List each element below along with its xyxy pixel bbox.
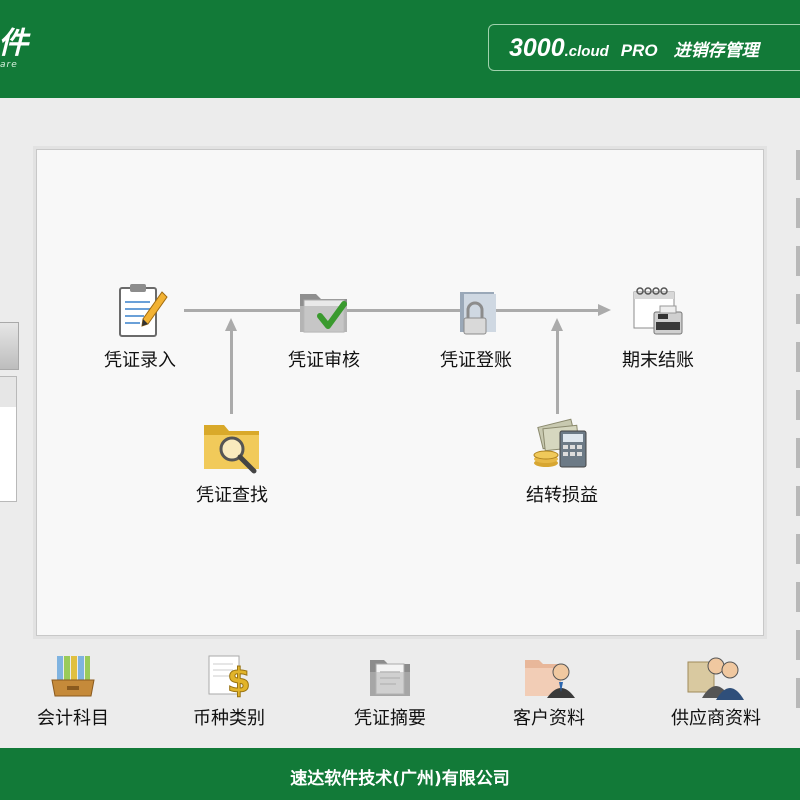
accounts-button[interactable]: 会计科目 xyxy=(3,652,143,730)
voucher-posting-button[interactable]: 凭证登账 xyxy=(416,282,536,372)
right-edge-tab[interactable] xyxy=(796,294,800,324)
left-panel-selected-row[interactable] xyxy=(0,377,16,407)
company-name: 速达软件技术(广州)有限公司 xyxy=(290,769,510,789)
folder-search-icon xyxy=(204,425,259,474)
svg-text:$: $ xyxy=(227,661,251,700)
accounts-label: 会计科目 xyxy=(37,708,109,729)
customer-folder-icon xyxy=(525,660,575,698)
currency-label: 币种类别 xyxy=(193,708,265,729)
clipboard-pencil-icon xyxy=(119,284,168,337)
voucher-posting-label: 凭证登账 xyxy=(440,350,512,371)
right-edge-tab[interactable] xyxy=(796,678,800,708)
voucher-entry-label: 凭证录入 xyxy=(104,350,176,371)
flow-connector-main xyxy=(184,309,600,312)
profit-transfer-label: 结转损益 xyxy=(526,485,598,506)
product-name: 3000 xyxy=(509,34,565,62)
right-edge-tab[interactable] xyxy=(796,342,800,372)
flow-connector-search xyxy=(230,330,233,414)
voucher-search-label: 凭证查找 xyxy=(196,485,268,506)
folder-document-icon xyxy=(370,660,410,696)
binders-tray-icon xyxy=(51,656,95,697)
profit-transfer-button[interactable]: 结转损益 xyxy=(502,415,622,507)
dollar-document-icon: $ xyxy=(208,655,251,700)
summary-label: 凭证摘要 xyxy=(354,708,426,729)
app-footer: 速达软件技术(广州)有限公司 xyxy=(0,748,800,800)
voucher-audit-label: 凭证审核 xyxy=(288,350,360,371)
right-edge-tab[interactable] xyxy=(796,390,800,420)
money-calculator-icon xyxy=(533,418,587,468)
supplier-people-icon xyxy=(687,657,744,700)
period-close-button[interactable]: 期末结账 xyxy=(598,282,718,372)
right-edge-tab[interactable] xyxy=(796,582,800,612)
product-title: 3000.cloud PRO 进销存管理 xyxy=(509,34,759,63)
summary-button[interactable]: 凭证摘要 xyxy=(320,652,460,730)
flow-connector-profit xyxy=(556,330,559,414)
right-edge-tab[interactable] xyxy=(796,150,800,180)
period-close-label: 期末结账 xyxy=(622,350,694,371)
product-module: 进销存管理 xyxy=(673,41,759,61)
folder-check-icon xyxy=(300,294,347,333)
calendar-register-icon xyxy=(633,287,683,335)
customers-label: 客户资料 xyxy=(513,708,585,729)
right-edge-tab[interactable] xyxy=(796,630,800,660)
logo-text: 件 xyxy=(0,26,28,61)
customers-button[interactable]: 客户资料 xyxy=(479,652,619,730)
suppliers-label: 供应商资料 xyxy=(671,708,761,729)
right-edge-tab[interactable] xyxy=(796,486,800,516)
right-edge-tab[interactable] xyxy=(796,198,800,228)
currency-button[interactable]: $ 币种类别 xyxy=(159,652,299,730)
product-edition: PRO xyxy=(620,41,658,60)
left-panel-tab[interactable] xyxy=(0,322,19,370)
right-edge-tab[interactable] xyxy=(796,534,800,564)
product-suffix: .cloud xyxy=(564,43,609,60)
flow-arrow-up xyxy=(225,318,237,331)
flow-arrow-up xyxy=(551,318,563,331)
app-header: 件 are 3000.cloud PRO 进销存管理 xyxy=(0,0,800,98)
lock-folder-icon xyxy=(460,292,496,335)
voucher-audit-button[interactable]: 凭证审核 xyxy=(264,282,384,372)
workflow-panel xyxy=(36,149,764,636)
left-panel-list[interactable] xyxy=(0,376,17,502)
voucher-search-button[interactable]: 凭证查找 xyxy=(172,415,292,507)
logo-subtext: are xyxy=(0,60,18,70)
suppliers-button[interactable]: 供应商资料 xyxy=(646,652,786,730)
voucher-entry-button[interactable]: 凭证录入 xyxy=(80,282,200,372)
right-edge-tab[interactable] xyxy=(796,438,800,468)
right-edge-tab[interactable] xyxy=(796,246,800,276)
